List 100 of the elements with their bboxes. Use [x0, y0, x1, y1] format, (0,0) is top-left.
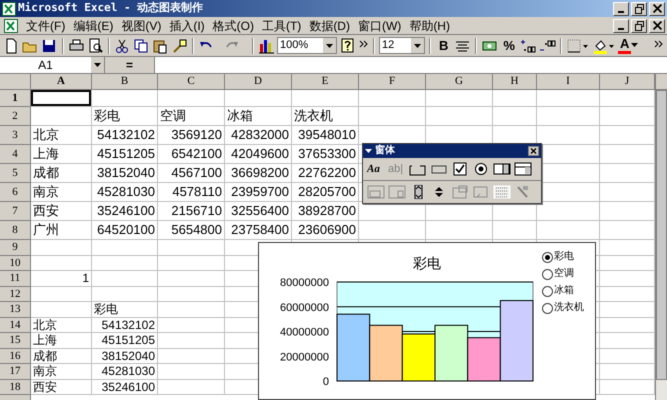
row-header[interactable]: 17 — [0, 364, 31, 378]
cell[interactable]: 28205700 — [292, 183, 358, 201]
menu-item[interactable]: 视图(V) — [117, 16, 166, 34]
row-header[interactable]: 7 — [0, 202, 31, 220]
menu-item[interactable]: 插入(I) — [165, 16, 209, 34]
row-header[interactable]: 4 — [0, 145, 31, 163]
cell[interactable]: 54132102 — [92, 318, 157, 332]
cell[interactable]: 4578110 — [158, 183, 224, 201]
cell[interactable]: 1 — [31, 271, 91, 286]
row-header[interactable]: 3 — [0, 126, 31, 144]
list-box-icon[interactable] — [493, 162, 511, 176]
column-header[interactable]: C — [158, 74, 225, 90]
cell[interactable]: 西安 — [31, 202, 91, 220]
cell[interactable]: 广州 — [31, 221, 91, 239]
cell[interactable]: 45151205 — [92, 145, 157, 163]
radio-button[interactable] — [542, 302, 553, 314]
menu-item[interactable]: 文件(F) — [22, 16, 70, 34]
cell[interactable]: 3569120 — [158, 126, 224, 144]
zoom-dropdown[interactable]: 100% — [277, 37, 337, 54]
cell[interactable]: 南京 — [31, 183, 91, 201]
cell[interactable]: 冰箱 — [225, 107, 291, 125]
cell[interactable]: 54132102 — [92, 126, 157, 144]
help-icon[interactable] — [339, 38, 356, 54]
cell[interactable]: 35246100 — [92, 202, 157, 220]
column-header[interactable]: B — [92, 74, 158, 90]
cell[interactable]: 36698200 — [225, 164, 291, 182]
column-header[interactable]: G — [426, 74, 493, 90]
row-header[interactable]: 12 — [0, 286, 31, 301]
row-header[interactable]: 2 — [0, 107, 31, 125]
selected-cell[interactable] — [31, 90, 91, 106]
dropdown-button[interactable] — [91, 57, 104, 73]
radio-label[interactable]: 空调 — [554, 267, 574, 281]
cell[interactable]: 45281030 — [92, 364, 157, 378]
cell[interactable]: 42832000 — [225, 126, 291, 144]
row-header[interactable]: 1 — [0, 90, 31, 106]
borders-icon[interactable] — [566, 38, 590, 54]
cell[interactable]: 42049600 — [225, 145, 291, 163]
radio-button[interactable] — [542, 268, 553, 280]
radio-label[interactable]: 洗衣机 — [554, 301, 584, 315]
cell[interactable]: 38152040 — [92, 348, 157, 363]
minimize-button[interactable] — [613, 18, 629, 32]
label-tool-button[interactable]: Aa — [367, 160, 385, 178]
cell[interactable]: 上海 — [31, 145, 91, 163]
cell[interactable]: 彩电 — [92, 107, 157, 125]
cell[interactable]: 35246100 — [92, 380, 157, 394]
formula-equals-button[interactable]: = — [126, 56, 133, 74]
column-header[interactable]: E — [292, 74, 359, 90]
column-header[interactable]: J — [600, 74, 655, 90]
column-header[interactable]: A — [31, 74, 92, 90]
cell[interactable]: 45151205 — [92, 333, 157, 348]
bold-button[interactable]: B — [435, 36, 452, 56]
cell[interactable]: 64520100 — [92, 221, 157, 239]
close-button[interactable] — [649, 2, 665, 16]
cell[interactable]: 西安 — [31, 380, 91, 394]
cell[interactable]: 38928700 — [292, 202, 358, 220]
dropdown-button[interactable] — [411, 38, 424, 53]
column-header[interactable]: D — [225, 74, 292, 90]
restore-button[interactable] — [631, 2, 647, 16]
cell[interactable]: 6542100 — [158, 145, 224, 163]
menu-item[interactable]: 帮助(H) — [405, 16, 454, 34]
print-preview-icon[interactable] — [87, 38, 104, 54]
cell[interactable]: 2156710 — [158, 202, 224, 220]
cell[interactable]: 空调 — [158, 107, 224, 125]
cell[interactable]: 23959700 — [225, 183, 291, 201]
cell[interactable]: 37653300 — [292, 145, 358, 163]
cell[interactable]: 23758400 — [225, 221, 291, 239]
close-icon[interactable] — [528, 146, 539, 156]
printer-icon[interactable] — [68, 38, 85, 54]
fill-color-icon[interactable] — [592, 38, 616, 54]
font-size-dropdown[interactable]: 12 — [379, 37, 425, 54]
row-header[interactable]: 18 — [0, 380, 31, 394]
row-header[interactable]: 16 — [0, 348, 31, 363]
radio-button[interactable] — [542, 252, 553, 262]
cell[interactable]: 4567100 — [158, 164, 224, 182]
radio-button[interactable] — [542, 286, 553, 296]
cell[interactable]: 23606900 — [292, 221, 358, 239]
cell[interactable]: 32556400 — [225, 202, 291, 220]
row-header[interactable]: 15 — [0, 333, 31, 348]
row-header[interactable]: 14 — [0, 318, 31, 332]
cell[interactable]: 南京 — [31, 364, 91, 378]
restore-button[interactable] — [631, 18, 647, 32]
row-header[interactable]: 13 — [0, 302, 31, 316]
radio-tool-icon[interactable] — [472, 162, 490, 176]
cell[interactable]: 北京 — [31, 126, 91, 144]
workbook-icon[interactable] — [4, 18, 18, 32]
grid-toggle-icon[interactable] — [493, 184, 511, 198]
scissors-icon[interactable] — [114, 38, 131, 54]
column-header[interactable]: F — [359, 74, 426, 90]
row-header[interactable]: 8 — [0, 221, 31, 239]
close-button[interactable] — [649, 18, 665, 32]
cell[interactable]: 上海 — [31, 333, 91, 348]
menu-item[interactable]: 工具(T) — [258, 16, 306, 34]
cell[interactable]: 38152040 — [92, 164, 157, 182]
menu-item[interactable]: 窗口(W) — [354, 16, 406, 34]
dropdown-arrow-icon[interactable] — [365, 148, 372, 154]
cell[interactable]: 5654800 — [158, 221, 224, 239]
radio-label[interactable]: 彩电 — [554, 250, 574, 264]
cell[interactable]: 成都 — [31, 164, 91, 182]
menu-item[interactable]: 数据(D) — [305, 16, 354, 34]
row-header[interactable]: 5 — [0, 164, 31, 182]
